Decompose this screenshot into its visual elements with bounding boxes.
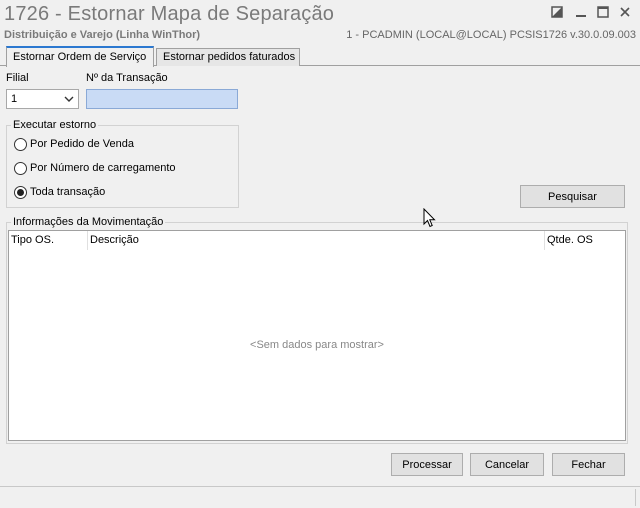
radio-label: Toda transação (30, 186, 106, 198)
radio-label: Por Número de carregamento (30, 162, 176, 174)
radio-circle[interactable] (14, 185, 27, 199)
tab-estornar-pedidos-faturados[interactable]: Estornar pedidos faturados (156, 48, 300, 66)
column-header-descricao[interactable]: Descrição (88, 231, 545, 250)
radio-toda-transacao[interactable]: Toda transação (14, 184, 105, 200)
session-info: 1 - PCADMIN (LOCAL@LOCAL) PCSIS1726 v.30… (346, 29, 636, 41)
column-header-tipo-os[interactable]: Tipo OS. (9, 231, 88, 250)
status-separator (635, 489, 636, 506)
window-subtitle: Distribuição e Varejo (Linha WinThor) (4, 29, 201, 41)
radio-label: Por Pedido de Venda (30, 138, 134, 150)
filial-select[interactable]: 1 (6, 89, 79, 109)
close-icon[interactable] (616, 4, 634, 20)
grid-header: Tipo OS. Descrição Qtde. OS (9, 231, 625, 250)
movimentacao-grid[interactable]: Tipo OS. Descrição Qtde. OS <Sem dados p… (8, 230, 626, 441)
maximize-icon[interactable] (594, 4, 612, 20)
processar-button[interactable]: Processar (391, 453, 463, 476)
grid-empty-message: <Sem dados para mostrar> (250, 339, 384, 351)
radio-circle[interactable] (14, 137, 27, 151)
radio-por-pedido-venda[interactable]: Por Pedido de Venda (14, 136, 134, 152)
pesquisar-button[interactable]: Pesquisar (520, 185, 625, 208)
estorno-legend: Executar estorno (11, 119, 99, 131)
cancelar-button[interactable]: Cancelar (470, 453, 544, 476)
tab-estornar-ordem-servico[interactable]: Estornar Ordem de Serviço (6, 46, 154, 67)
restore-icon[interactable] (548, 4, 566, 20)
movimentacao-legend: Informações da Movimentação (11, 216, 166, 228)
filial-label: Filial (6, 72, 29, 84)
mouse-cursor-icon (423, 208, 436, 228)
radio-por-numero-carregamento[interactable]: Por Número de carregamento (14, 160, 176, 176)
transacao-label: Nº da Transação (86, 72, 168, 84)
status-bar (0, 486, 640, 508)
fechar-button[interactable]: Fechar (552, 453, 625, 476)
tab-label: Estornar Ordem de Serviço (13, 51, 147, 63)
window-title: 1726 - Estornar Mapa de Separação (4, 3, 335, 25)
chevron-down-icon (64, 96, 74, 102)
filial-value: 1 (11, 93, 18, 105)
transacao-input[interactable] (86, 89, 238, 109)
tab-label: Estornar pedidos faturados (163, 51, 296, 63)
title-bar: 1726 - Estornar Mapa de Separação Distri… (0, 0, 640, 44)
radio-circle[interactable] (14, 161, 27, 175)
minimize-icon[interactable] (572, 4, 590, 20)
column-header-qtde-os[interactable]: Qtde. OS (545, 231, 625, 250)
tab-strip: Estornar Ordem de Serviço Estornar pedid… (0, 46, 640, 67)
